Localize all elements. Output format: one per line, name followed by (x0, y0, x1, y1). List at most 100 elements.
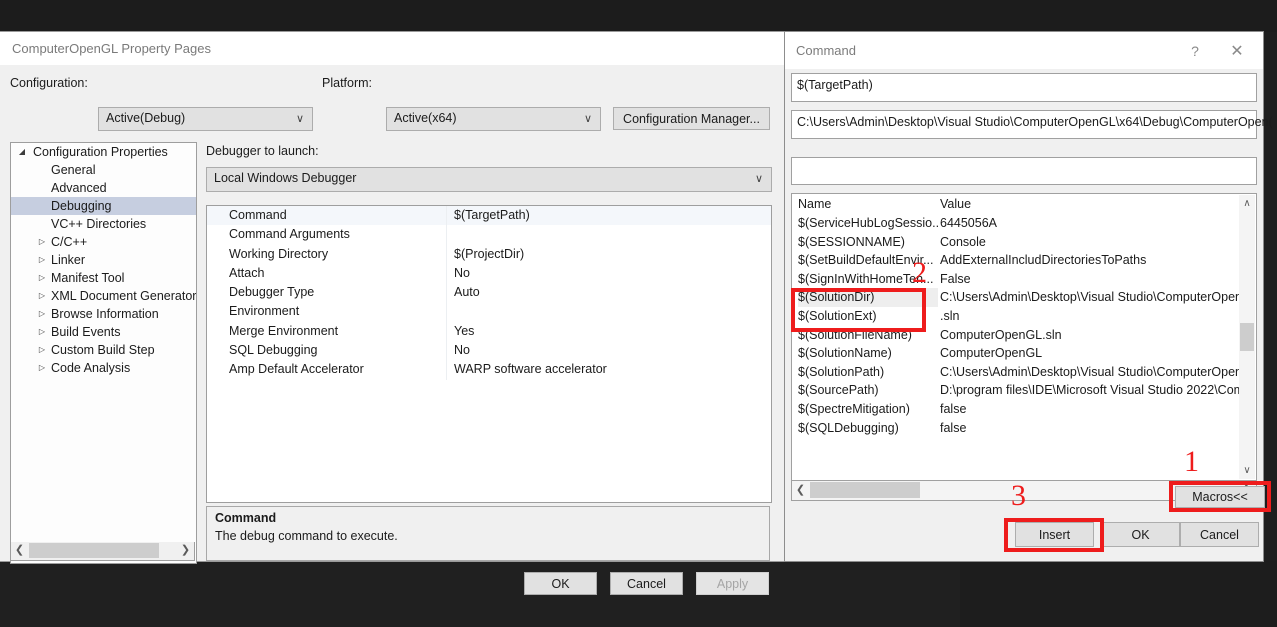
macros-toggle-button[interactable]: Macros<< (1175, 486, 1265, 508)
apply-button[interactable]: Apply (696, 572, 769, 595)
scroll-up-icon[interactable]: ∧ (1239, 195, 1255, 212)
macro-name: $(SQLDebugging) (798, 420, 899, 435)
property-name: SQL Debugging (207, 341, 447, 361)
property-value[interactable]: WARP software accelerator (447, 360, 607, 379)
expand-triangle-icon[interactable]: ▷ (31, 269, 53, 287)
macro-name: $(SolutionPath) (798, 364, 885, 379)
macro-name: $(SignInWithHomeTen... (798, 271, 934, 286)
expand-triangle-icon[interactable]: ▷ (31, 287, 53, 305)
table-row[interactable]: $(SetBuildDefaultEnvir... AddExternalIncl… (792, 251, 1256, 270)
table-row[interactable]: $(SolutionDir) C:\Users\Admin\Desktop\Vis… (792, 288, 1256, 307)
table-row[interactable]: $(SolutionName) ComputerOpenGL (792, 344, 1256, 363)
insert-button[interactable]: Insert (1015, 522, 1094, 547)
sidebar-item-configuration-properties[interactable]: ◢ Configuration Properties (11, 143, 196, 161)
scroll-down-icon[interactable]: ∨ (1239, 462, 1255, 479)
scrollbar-thumb[interactable] (810, 482, 920, 498)
command-ok-button[interactable]: OK (1101, 522, 1180, 547)
property-grid-row[interactable]: Attach No (207, 263, 771, 284)
platform-select[interactable]: Active(x64) ∨ (386, 107, 601, 131)
property-value[interactable]: Auto (447, 283, 480, 302)
expand-triangle-icon[interactable]: ▷ (31, 323, 53, 341)
configuration-properties-tree[interactable]: ◢ Configuration Properties General Advanced… (10, 142, 197, 564)
property-grid-row[interactable]: Working Directory $(ProjectDir) (207, 244, 771, 264)
desktop-background-right (960, 561, 1277, 627)
resolved-path-value: C:\Users\Admin\Desktop\Visual Studio\Com… (797, 115, 1273, 129)
property-grid-row[interactable]: Command $(TargetPath) (207, 206, 771, 226)
property-grid-row[interactable]: SQL Debugging No (207, 341, 771, 361)
property-grid-row[interactable]: Environment (207, 302, 771, 322)
sidebar-item-manifest-tool[interactable]: ▷ Manifest Tool (11, 269, 196, 287)
sidebar-item-label: XML Document Generator (51, 289, 197, 303)
scrollbar-thumb[interactable] (1240, 323, 1254, 351)
table-row[interactable]: $(SESSIONNAME) Console (792, 233, 1256, 252)
macro-name: $(SolutionDir) (798, 288, 938, 307)
table-row[interactable]: $(SolutionExt) .sln (792, 307, 1256, 326)
sidebar-item-custom-build-step[interactable]: ▷ Custom Build Step (11, 341, 196, 359)
scroll-left-icon[interactable]: ❮ (792, 481, 809, 499)
command-cancel-button[interactable]: Cancel (1180, 522, 1259, 547)
property-value[interactable] (447, 225, 454, 244)
debugger-to-launch-select[interactable]: Local Windows Debugger ∨ (206, 167, 772, 192)
configuration-manager-button[interactable]: Configuration Manager... (613, 107, 770, 130)
property-grid-row[interactable]: Merge Environment Yes (207, 321, 771, 342)
tree-horizontal-scrollbar[interactable]: ❮ ❯ (10, 542, 195, 561)
sidebar-item-label: Debugging (51, 199, 112, 213)
expand-triangle-icon[interactable]: ▷ (31, 233, 53, 251)
property-grid[interactable]: Command $(TargetPath) Command Arguments Wor… (206, 205, 772, 503)
sidebar-item-label: VC++ Directories (51, 217, 147, 231)
property-value[interactable]: $(ProjectDir) (447, 245, 524, 264)
property-value[interactable]: No (447, 341, 470, 360)
table-row[interactable]: $(ServiceHubLogSessio... 6445056A (792, 214, 1256, 233)
macros-table-body[interactable]: $(ServiceHubLogSessio... 6445056A $(SESSIO… (792, 214, 1256, 437)
help-icon[interactable]: ? (1175, 32, 1215, 69)
macro-value: False (940, 271, 971, 286)
sidebar-item-code-analysis[interactable]: ▷ Code Analysis (11, 359, 196, 377)
collapse-triangle-icon[interactable]: ◢ (11, 143, 33, 161)
sidebar-item-build-events[interactable]: ▷ Build Events (11, 323, 196, 341)
property-value[interactable]: No (447, 264, 470, 283)
table-row[interactable]: $(SourcePath) D:\program files\IDE\Micros… (792, 381, 1256, 400)
table-row[interactable]: $(SolutionFileName) ComputerOpenGL.sln (792, 326, 1256, 345)
configuration-select[interactable]: Active(Debug) ∨ (98, 107, 313, 131)
table-row[interactable]: $(SQLDebugging) false (792, 419, 1256, 438)
sidebar-item-label: Custom Build Step (51, 343, 155, 357)
close-icon[interactable]: ✕ (1217, 32, 1257, 69)
table-row[interactable]: $(SignInWithHomeTen... False (792, 270, 1256, 289)
sidebar-item-general[interactable]: General (11, 161, 196, 179)
sidebar-item-label: Configuration Properties (33, 145, 168, 159)
property-grid-row[interactable]: Debugger Type Auto (207, 283, 771, 303)
macro-filter-input[interactable] (791, 157, 1257, 185)
debugger-to-launch-label: Debugger to launch: (206, 144, 319, 158)
sidebar-item-browse-information[interactable]: ▷ Browse Information (11, 305, 196, 323)
resolved-path-field[interactable]: C:\Users\Admin\Desktop\Visual Studio\Com… (791, 110, 1273, 139)
sidebar-item-c-c[interactable]: ▷ C/C++ (11, 233, 196, 251)
sidebar-item-debugging[interactable]: Debugging (11, 197, 196, 215)
sidebar-item-xml-document-generator[interactable]: ▷ XML Document Generator (11, 287, 196, 305)
scrollbar-thumb[interactable] (29, 543, 159, 558)
property-name: Amp Default Accelerator (207, 360, 447, 380)
table-row[interactable]: $(SolutionPath) C:\Users\Admin\Desktop\Vi… (792, 363, 1256, 382)
property-value[interactable] (447, 302, 454, 321)
cancel-button[interactable]: Cancel (610, 572, 683, 595)
sidebar-item-vc-directories[interactable]: VC++ Directories (11, 215, 196, 233)
expand-triangle-icon[interactable]: ▷ (31, 341, 53, 359)
sidebar-item-advanced[interactable]: Advanced (11, 179, 196, 197)
sidebar-item-linker[interactable]: ▷ Linker (11, 251, 196, 269)
sidebar-item-label: Code Analysis (51, 361, 131, 375)
macro-name: $(SolutionName) (798, 346, 892, 361)
expand-triangle-icon[interactable]: ▷ (31, 251, 53, 269)
macros-vertical-scrollbar[interactable]: ∧ ∨ (1239, 195, 1255, 479)
property-value[interactable]: $(TargetPath) (447, 206, 530, 225)
command-input[interactable]: $(TargetPath) (791, 73, 1257, 102)
scroll-left-icon[interactable]: ❮ (11, 542, 28, 559)
expand-triangle-icon[interactable]: ▷ (31, 305, 53, 323)
macros-table[interactable]: Name Value $(ServiceHubLogSessio... 64450… (791, 193, 1257, 481)
ok-button[interactable]: OK (524, 572, 597, 595)
property-name: Attach (207, 263, 447, 284)
property-grid-row[interactable]: Amp Default Accelerator WARP software acc… (207, 360, 771, 380)
expand-triangle-icon[interactable]: ▷ (31, 359, 53, 377)
property-value[interactable]: Yes (447, 322, 474, 341)
scroll-right-icon[interactable]: ❯ (177, 542, 194, 559)
property-grid-row[interactable]: Command Arguments (207, 225, 771, 245)
table-row[interactable]: $(SpectreMitigation) false (792, 400, 1256, 419)
